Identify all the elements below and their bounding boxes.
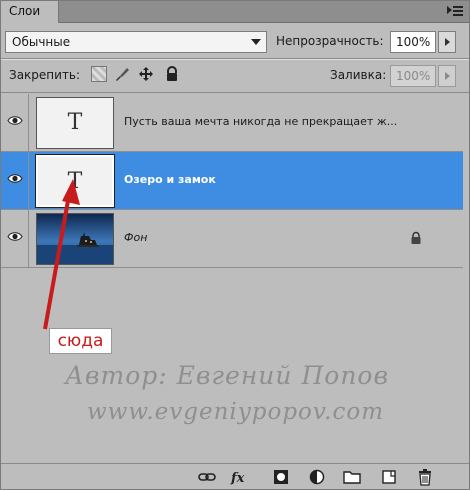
watermark-author: Автор: Евгений Попов <box>65 361 390 390</box>
annotation-label: сюда <box>49 328 112 354</box>
new-layer-icon <box>382 470 396 484</box>
panel-bottom-toolbar: fx <box>1 463 469 489</box>
add-mask-button[interactable] <box>271 468 291 486</box>
lock-icon <box>411 231 421 244</box>
panel-tabbar: Слои <box>1 1 469 23</box>
chevron-down-icon <box>251 39 261 45</box>
layer-row[interactable]: T Пусть ваша мечта никогда не прекращает… <box>1 94 463 152</box>
blend-mode-value: Обычные <box>12 35 71 49</box>
layer-name[interactable]: Озеро и замок <box>124 173 216 186</box>
layer-name[interactable]: Фон <box>124 231 147 244</box>
eye-icon <box>7 174 23 183</box>
opacity-slider-button[interactable] <box>438 31 456 53</box>
chevron-right-icon <box>445 72 450 80</box>
adjustment-icon <box>309 469 325 485</box>
visibility-toggle[interactable] <box>1 94 29 152</box>
lock-all-icon[interactable] <box>164 66 180 82</box>
divider <box>1 59 469 60</box>
adjustment-layer-button[interactable] <box>307 468 327 486</box>
layer-name[interactable]: Пусть ваша мечта никогда не прекращает ж… <box>124 115 397 128</box>
layer-style-button[interactable]: fx <box>231 468 251 486</box>
visibility-toggle[interactable] <box>1 152 29 210</box>
opacity-input[interactable]: 100% <box>390 31 436 53</box>
divider <box>1 92 469 93</box>
link-icon <box>198 473 216 481</box>
fill-slider-button[interactable] <box>438 65 456 87</box>
layer-thumbnail[interactable]: T <box>36 97 114 149</box>
text-layer-icon: T <box>67 110 83 135</box>
layer-row-selected[interactable]: T Озеро и замок <box>1 152 463 210</box>
link-layers-button[interactable] <box>197 468 217 486</box>
fx-icon: fx <box>231 471 245 486</box>
visibility-toggle[interactable] <box>1 210 29 268</box>
trash-icon <box>419 469 431 486</box>
eye-icon <box>7 116 23 125</box>
new-layer-button[interactable] <box>379 468 399 486</box>
panel-menu-icon[interactable] <box>447 4 463 18</box>
lock-image-pixels-icon[interactable] <box>114 66 130 82</box>
lock-transparent-pixels-icon[interactable] <box>91 66 107 82</box>
folder-icon <box>343 471 361 484</box>
watermark-url: www.evgeniypopov.com <box>87 399 384 425</box>
text-layer-icon: T <box>67 169 83 194</box>
layer-row[interactable]: Фон <box>1 210 463 268</box>
eye-icon <box>7 232 23 241</box>
tab-layers[interactable]: Слои <box>1 1 59 23</box>
layer-thumbnail-image[interactable] <box>36 213 114 265</box>
lock-label: Закрепить: <box>9 68 81 82</box>
layer-thumbnail[interactable]: T <box>35 154 115 208</box>
lake-castle-thumbnail <box>37 214 113 264</box>
fill-label: Заливка: <box>330 68 387 82</box>
fill-input[interactable]: 100% <box>390 65 436 87</box>
mask-icon <box>274 470 288 484</box>
layers-panel: Слои Обычные Непрозрачность: 100% Закреп… <box>0 0 470 490</box>
new-group-button[interactable] <box>342 468 362 486</box>
opacity-label: Непрозрачность: <box>276 34 384 48</box>
chevron-right-icon <box>445 38 450 46</box>
blend-mode-select[interactable]: Обычные <box>5 31 267 53</box>
delete-layer-button[interactable] <box>415 468 435 486</box>
lock-position-icon[interactable] <box>138 66 154 82</box>
